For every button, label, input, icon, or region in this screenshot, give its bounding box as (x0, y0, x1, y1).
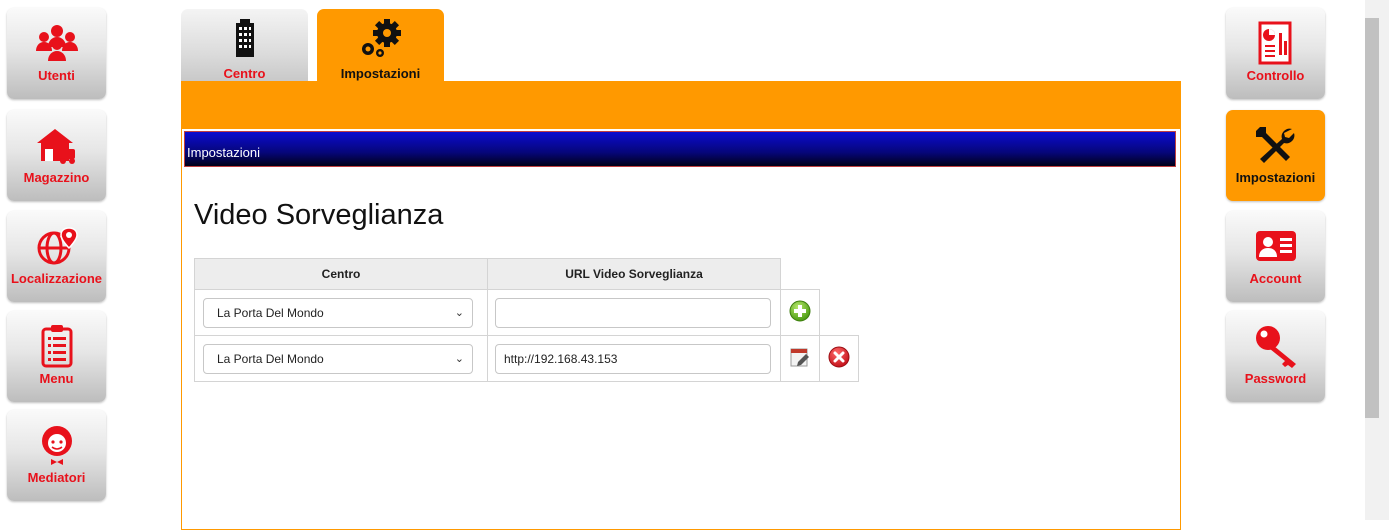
mediator-headset-icon (7, 422, 106, 468)
column-header-centro: Centro (194, 258, 488, 290)
nav-label: Controllo (1246, 68, 1305, 83)
centro-select[interactable]: La Porta Del Mondo ⌄ (203, 343, 473, 374)
table-row: La Porta Del Mondo ⌄ http://192.168.43.1… (194, 335, 859, 382)
building-icon (181, 19, 308, 59)
nav-label: Mediatori (27, 470, 86, 485)
tab-centro[interactable]: Centro (181, 9, 308, 82)
report-chart-icon (1226, 20, 1325, 66)
globe-pin-icon (7, 223, 106, 269)
edit-button[interactable] (789, 346, 811, 371)
centro-select-value: La Porta Del Mondo (217, 305, 324, 320)
nav-label: Impostazioni (1235, 170, 1316, 185)
tools-icon (1226, 122, 1325, 168)
users-icon (7, 20, 106, 66)
column-header-url: URL Video Sorveglianza (487, 258, 781, 290)
settings-panel: Impostazioni Video Sorveglianza Centro U… (181, 129, 1181, 530)
nav-menu-button[interactable]: Menu (7, 311, 106, 402)
nav-label: Utenti (38, 68, 75, 83)
centro-select-value: La Porta Del Mondo (217, 351, 324, 366)
id-card-icon (1226, 223, 1325, 269)
nav-impostazioni-button[interactable]: Impostazioni (1226, 110, 1325, 201)
video-surveillance-table: Centro URL Video Sorveglianza La Porta D… (194, 258, 859, 382)
clipboard-list-icon (7, 323, 106, 369)
nav-magazzino-button[interactable]: Magazzino (7, 110, 106, 201)
delete-button[interactable] (828, 346, 850, 371)
nav-label: Magazzino (23, 170, 90, 185)
tab-label: Impostazioni (340, 66, 421, 81)
tab-impostazioni[interactable]: Impostazioni (317, 9, 444, 82)
nav-mediatori-button[interactable]: Mediatori (7, 410, 106, 501)
add-button[interactable] (789, 300, 811, 325)
nav-controllo-button[interactable]: Controllo (1226, 8, 1325, 99)
key-icon (1226, 323, 1325, 369)
url-input[interactable] (495, 297, 771, 328)
chevron-down-icon: ⌄ (454, 306, 464, 319)
nav-localizzazione-button[interactable]: Localizzazione (7, 211, 106, 302)
close-circle-icon (828, 346, 850, 368)
nav-label: Menu (39, 371, 74, 386)
nav-account-button[interactable]: Account (1226, 211, 1325, 302)
scrollbar-thumb[interactable] (1365, 18, 1379, 418)
nav-label: Password (1244, 371, 1307, 386)
gears-icon (317, 17, 444, 59)
chevron-down-icon: ⌄ (454, 352, 464, 365)
nav-password-button[interactable]: Password (1226, 311, 1325, 402)
page-title: Video Sorveglianza (194, 199, 444, 231)
tab-label: Centro (223, 66, 266, 81)
plus-circle-icon (789, 300, 811, 322)
table-row-new: La Porta Del Mondo ⌄ (194, 289, 859, 336)
warehouse-truck-icon (7, 122, 106, 168)
url-input[interactable]: http://192.168.43.153 (495, 343, 771, 374)
panel-header: Impostazioni (184, 131, 1176, 167)
edit-icon (790, 348, 809, 367)
nav-label: Localizzazione (10, 271, 103, 286)
page-scrollbar[interactable] (1365, 0, 1389, 520)
nav-utenti-button[interactable]: Utenti (7, 8, 106, 99)
centro-select[interactable]: La Porta Del Mondo ⌄ (203, 297, 473, 328)
tab-content-bar (181, 81, 1181, 129)
nav-label: Account (1249, 271, 1302, 286)
